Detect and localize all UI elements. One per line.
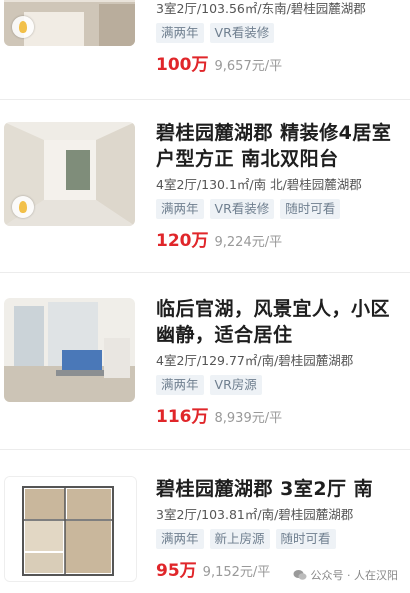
listing-price: 95万 — [156, 561, 197, 581]
tag: 满两年 — [156, 375, 204, 395]
listing-unit-price: 9,152元/平 — [202, 565, 271, 580]
listing-tags: 满两年 VR看装修 随时可看 — [156, 199, 402, 219]
listing-photo[interactable] — [4, 0, 135, 46]
listing-price: 100万 — [156, 55, 209, 75]
listing-card[interactable]: 碧桂园麓湖郡 精装修4居室 户型方正 南北双阳台 4室2厅/130.1㎡/南 北… — [0, 118, 410, 268]
listing-floorplan[interactable] — [4, 476, 137, 582]
listing-title[interactable]: 碧桂园麓湖郡 精装修4居室 户型方正 南北双阳台 — [156, 120, 402, 172]
listing-card[interactable]: 临后官湖，风景宜人，小区幽静，适合居住 4室2厅/129.77㎡/南/碧桂园麓湖… — [0, 292, 410, 442]
watermark: 公众号 · 人在汉阳 — [293, 567, 399, 583]
listing-meta: 4室2厅/130.1㎡/南 北/碧桂园麓湖郡 — [156, 177, 362, 192]
listing-card[interactable]: 3室2厅/103.56㎡/东南/碧桂园麓湖郡 满两年 VR看装修 100万 9,… — [0, 0, 410, 98]
listing-title[interactable]: 碧桂园麓湖郡 3室2厅 南 — [156, 476, 402, 502]
wechat-icon — [293, 570, 306, 580]
listing-unit-price: 9,224元/平 — [214, 235, 283, 250]
listing-price: 116万 — [156, 407, 209, 427]
tag: 随时可看 — [275, 529, 336, 549]
tag: 新上房源 — [209, 529, 270, 549]
tag: 满两年 — [156, 199, 204, 219]
listing-meta: 4室2厅/129.77㎡/南/碧桂园麓湖郡 — [156, 353, 354, 368]
listing-photo[interactable] — [4, 122, 135, 226]
listing-tags: 满两年 VR房源 — [156, 375, 402, 395]
listing-tags: 满两年 新上房源 随时可看 — [156, 529, 402, 549]
listing-meta: 3室2厅/103.81㎡/南/碧桂园麓湖郡 — [156, 507, 354, 522]
listing-photo[interactable] — [4, 298, 135, 402]
vr-badge-icon — [12, 196, 34, 218]
tag: 满两年 — [156, 529, 204, 549]
vr-badge-icon — [12, 16, 34, 38]
tag: VR看装修 — [209, 199, 275, 219]
listing-meta: 3室2厅/103.56㎡/东南/碧桂园麓湖郡 — [156, 1, 366, 16]
listing-unit-price: 9,657元/平 — [214, 59, 283, 74]
divider — [0, 99, 410, 100]
tag: VR房源 — [209, 375, 262, 395]
divider — [0, 449, 410, 450]
divider — [0, 272, 410, 273]
listing-title[interactable]: 临后官湖，风景宜人，小区幽静，适合居住 — [156, 296, 402, 348]
tag: 随时可看 — [280, 199, 341, 219]
listing-tags: 满两年 VR看装修 — [156, 23, 402, 43]
listing-unit-price: 8,939元/平 — [214, 411, 283, 426]
tag: VR看装修 — [209, 23, 275, 43]
tag: 满两年 — [156, 23, 204, 43]
watermark-text: 公众号 · 人在汉阳 — [310, 569, 399, 582]
listing-price: 120万 — [156, 231, 209, 251]
